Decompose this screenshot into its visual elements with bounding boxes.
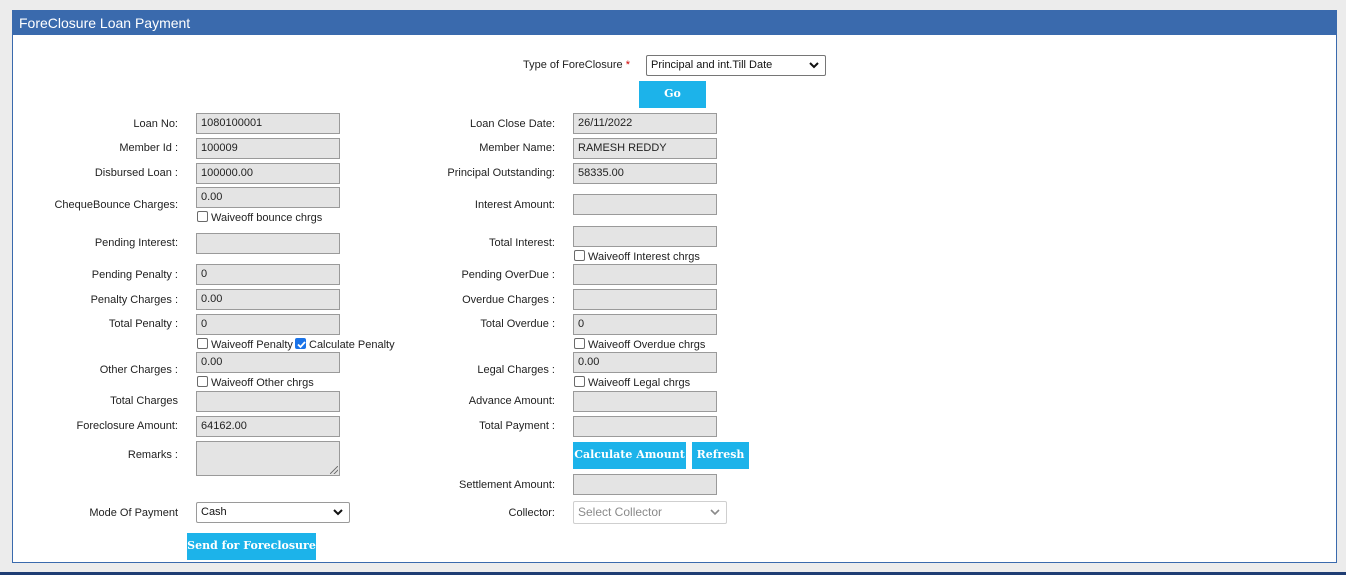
mode-of-payment-select[interactable]: Cash: [196, 502, 350, 523]
waive-penalty-label: Waiveoff Penalty: [211, 339, 293, 351]
waive-bounce-checkbox[interactable]: [197, 211, 208, 222]
pending-interest-field[interactable]: [196, 233, 340, 254]
member-id-field[interactable]: 100009: [196, 138, 340, 159]
waive-overdue-checkbox[interactable]: [574, 338, 585, 349]
penalty-charges-label: Penalty Charges :: [0, 294, 178, 306]
calculate-amount-button[interactable]: Calculate Amount: [573, 442, 686, 469]
cheque-bounce-label: ChequeBounce Charges:: [0, 199, 178, 211]
total-penalty-field[interactable]: 0: [196, 314, 340, 335]
foreclosure-type-label: Type of ForeClosure *: [470, 59, 630, 71]
principal-outstanding-label: Principal Outstanding:: [400, 167, 555, 179]
total-interest-label: Total Interest:: [400, 237, 555, 249]
advance-amount-label: Advance Amount:: [400, 395, 555, 407]
member-name-field[interactable]: RAMESH REDDY: [573, 138, 717, 159]
settlement-amount-label: Settlement Amount:: [400, 479, 555, 491]
remarks-textarea[interactable]: [196, 441, 340, 476]
other-charges-field[interactable]: 0.00: [196, 352, 340, 373]
pending-penalty-field[interactable]: 0: [196, 264, 340, 285]
interest-amount-field[interactable]: [573, 194, 717, 215]
chevron-down-icon: [709, 505, 721, 519]
send-for-foreclosure-button[interactable]: Send for Foreclosure: [187, 533, 316, 560]
member-name-label: Member Name:: [400, 142, 555, 154]
chevron-down-icon: [332, 505, 344, 519]
total-interest-field[interactable]: [573, 226, 717, 247]
settlement-amount-field[interactable]: [573, 474, 717, 495]
total-payment-field[interactable]: [573, 416, 717, 437]
principal-outstanding-field[interactable]: 58335.00: [573, 163, 717, 184]
loan-no-label: Loan No:: [0, 118, 178, 130]
mode-of-payment-label: Mode Of Payment: [0, 507, 178, 519]
pending-overdue-field[interactable]: [573, 264, 717, 285]
total-charges-field[interactable]: [196, 391, 340, 412]
interest-amount-label: Interest Amount:: [400, 199, 555, 211]
calculate-penalty-label: Calculate Penalty: [309, 339, 395, 351]
pending-interest-label: Pending Interest:: [0, 237, 178, 249]
foreclosure-amount-label: Foreclosure Amount:: [0, 420, 178, 432]
checkmark-icon: [296, 339, 307, 350]
penalty-charges-field[interactable]: 0.00: [196, 289, 340, 310]
member-id-label: Member Id :: [0, 142, 178, 154]
overdue-charges-field[interactable]: [573, 289, 717, 310]
waive-overdue-label: Waiveoff Overdue chrgs: [588, 339, 705, 351]
waive-interest-label: Waiveoff Interest chrgs: [588, 251, 700, 263]
legal-charges-field[interactable]: 0.00: [573, 352, 717, 373]
panel-title: ForeClosure Loan Payment: [13, 11, 1336, 35]
foreclosure-amount-field[interactable]: 64162.00: [196, 416, 340, 437]
loan-no-field[interactable]: 1080100001: [196, 113, 340, 134]
total-overdue-label: Total Overdue :: [400, 318, 555, 330]
disbursed-loan-label: Disbursed Loan :: [0, 167, 178, 179]
total-payment-label: Total Payment :: [400, 420, 555, 432]
remarks-label: Remarks :: [0, 449, 178, 461]
waive-legal-label: Waiveoff Legal chrgs: [588, 377, 690, 389]
collector-label: Collector:: [400, 507, 555, 519]
legal-charges-label: Legal Charges :: [400, 364, 555, 376]
loan-close-date-field[interactable]: 26/11/2022: [573, 113, 717, 134]
total-penalty-label: Total Penalty :: [0, 318, 178, 330]
loan-close-date-label: Loan Close Date:: [400, 118, 555, 130]
waive-legal-checkbox[interactable]: [574, 376, 585, 387]
go-button[interactable]: Go: [639, 81, 706, 108]
overdue-charges-label: Overdue Charges :: [400, 294, 555, 306]
waive-penalty-checkbox[interactable]: [197, 338, 208, 349]
collector-select[interactable]: Select Collector: [573, 501, 727, 524]
waive-other-checkbox[interactable]: [197, 376, 208, 387]
foreclosure-type-select[interactable]: Principal and int.Till Date: [646, 55, 826, 76]
resize-grip-icon[interactable]: [330, 466, 338, 474]
pending-penalty-label: Pending Penalty :: [0, 269, 178, 281]
total-charges-label: Total Charges: [0, 395, 178, 407]
refresh-button[interactable]: Refresh: [692, 442, 749, 469]
waive-bounce-label: Waiveoff bounce chrgs: [211, 212, 322, 224]
waive-interest-checkbox[interactable]: [574, 250, 585, 261]
cheque-bounce-field[interactable]: 0.00: [196, 187, 340, 208]
chevron-down-icon: [808, 58, 820, 72]
advance-amount-field[interactable]: [573, 391, 717, 412]
required-mark: *: [626, 59, 630, 71]
calculate-penalty-checkbox[interactable]: [295, 338, 306, 349]
pending-overdue-label: Pending OverDue :: [400, 269, 555, 281]
other-charges-label: Other Charges :: [0, 364, 178, 376]
total-overdue-field[interactable]: 0: [573, 314, 717, 335]
waive-other-label: Waiveoff Other chrgs: [211, 377, 314, 389]
disbursed-loan-field[interactable]: 100000.00: [196, 163, 340, 184]
